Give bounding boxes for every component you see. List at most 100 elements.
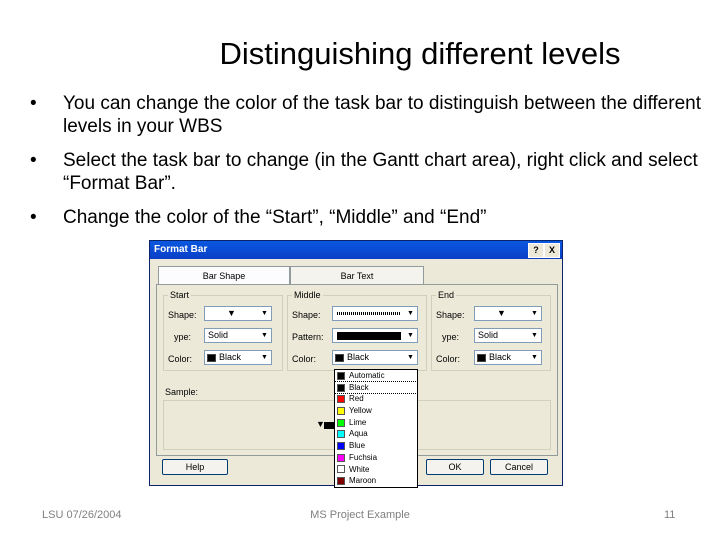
color-option-label: Fuchsia <box>349 452 378 462</box>
chevron-down-icon: ▼ <box>407 310 414 317</box>
color-swatch <box>337 383 345 392</box>
color-option-label: White <box>349 464 370 474</box>
chevron-down-icon: ▼ <box>261 332 268 339</box>
tab-bar-text[interactable]: Bar Text <box>290 266 424 285</box>
end-color-value: Black <box>489 352 512 362</box>
start-color-label: Color: <box>168 354 193 364</box>
chevron-down-icon: ▼ <box>407 332 414 339</box>
dialog-titlebar: Format Bar ? X <box>150 241 562 259</box>
chevron-down-icon: ▼ <box>531 310 538 317</box>
color-option-label: Black <box>349 382 369 392</box>
color-option[interactable]: Maroon <box>335 475 417 487</box>
end-color-select[interactable]: Black ▼ <box>474 350 542 365</box>
help-titlebar-button[interactable]: ? <box>528 243 544 258</box>
start-shape-label: Shape: <box>168 310 197 320</box>
format-bar-dialog: Format Bar ? X Bar Shape Bar Text Start … <box>149 240 563 488</box>
page-number: 11 <box>664 509 676 521</box>
end-group-label: End <box>436 290 457 300</box>
color-option[interactable]: Aqua <box>335 428 417 440</box>
slide-title: Distinguishing different levels <box>0 36 720 72</box>
bullet-item: • Select the task bar to change (in the G… <box>30 149 710 195</box>
chevron-down-icon: ▼ <box>261 310 268 317</box>
end-shape-select[interactable]: ▼ ▼ <box>474 306 542 321</box>
middle-color-value: Black <box>347 352 370 362</box>
middle-shape-select[interactable]: ▼ <box>332 306 418 321</box>
bullet-item: • You can change the color of the task ba… <box>30 92 710 138</box>
help-button[interactable]: Help <box>162 459 228 475</box>
shape-pattern-preview <box>337 312 401 315</box>
color-option[interactable]: White <box>335 464 417 476</box>
bullet-dot: • <box>30 93 37 114</box>
middle-color-label: Color: <box>292 354 317 364</box>
start-group: Start Shape: ▼ ▼ ype: Solid ▼ Color: Bla… <box>163 290 283 371</box>
color-option[interactable]: Fuchsia <box>335 452 417 464</box>
color-swatch <box>337 371 345 380</box>
cancel-button[interactable]: Cancel <box>490 459 548 475</box>
middle-pattern-select[interactable]: ▼ <box>332 328 418 343</box>
middle-shape-label: Shape: <box>292 310 321 320</box>
color-option-label: Lime <box>349 417 367 427</box>
color-swatch <box>337 453 345 462</box>
chevron-down-icon: ▼ <box>531 354 538 361</box>
bullet-text: You can change the color of the task bar… <box>63 93 701 137</box>
dialog-title: Format Bar <box>154 244 208 255</box>
end-color-label: Color: <box>436 354 461 364</box>
start-shape-select[interactable]: ▼ ▼ <box>204 306 272 321</box>
color-swatch <box>337 477 345 486</box>
color-option[interactable]: Automatic <box>335 370 417 382</box>
color-option[interactable]: Red <box>335 393 417 405</box>
slide-title-text: Distinguishing different levels <box>219 36 621 71</box>
middle-group-label: Middle <box>292 290 323 300</box>
color-option-label: Maroon <box>349 476 377 486</box>
bullet-dot: • <box>30 207 37 228</box>
middle-group: Middle Shape: ▼ Pattern: ▼ Color: Black … <box>287 290 427 371</box>
color-swatch <box>337 395 345 404</box>
color-option[interactable]: Black <box>334 380 418 395</box>
start-color-select[interactable]: Black ▼ <box>204 350 272 365</box>
end-type-select[interactable]: Solid ▼ <box>474 328 542 343</box>
color-option-label: Aqua <box>349 429 368 439</box>
shape-glyph: ▼ <box>227 308 236 318</box>
middle-pattern-label: Pattern: <box>292 332 324 342</box>
pattern-preview <box>337 332 401 340</box>
tab-bar-shape[interactable]: Bar Shape <box>158 266 290 285</box>
ok-button[interactable]: OK <box>426 459 484 475</box>
chevron-down-icon: ▼ <box>261 354 268 361</box>
bullet-item: • Change the color of the “Start”, “Middl… <box>30 206 710 229</box>
start-group-label: Start <box>168 290 192 300</box>
bullet-text: Change the color of the “Start”, “Middle… <box>63 207 487 228</box>
color-swatch <box>337 418 345 427</box>
color-option[interactable]: Blue <box>335 440 417 452</box>
middle-color-select[interactable]: Black ▼ <box>332 350 418 365</box>
color-swatch <box>337 442 345 451</box>
color-option-label: Yellow <box>349 406 372 416</box>
bullet-text: Select the task bar to change (in the Ga… <box>63 150 698 194</box>
start-type-label: ype: <box>174 332 192 342</box>
color-swatch <box>207 353 216 362</box>
bullet-dot: • <box>30 150 37 171</box>
bullet-list: • You can change the color of the task ba… <box>30 92 710 240</box>
start-type-select[interactable]: Solid ▼ <box>204 328 272 343</box>
color-swatch <box>337 430 345 439</box>
shape-glyph: ▼ <box>497 308 506 318</box>
color-dropdown-list[interactable]: Automatic Black Red Yellow Lime Aqua Blu… <box>334 369 418 488</box>
color-option[interactable]: Lime <box>335 417 417 429</box>
footer-center: MS Project Example <box>310 509 410 521</box>
chevron-down-icon: ▼ <box>407 354 414 361</box>
close-titlebar-button[interactable]: X <box>544 243 560 258</box>
end-type-value: Solid <box>478 330 499 340</box>
color-swatch <box>337 465 345 474</box>
color-swatch <box>337 406 345 415</box>
color-swatch <box>335 353 344 362</box>
end-shape-label: Shape: <box>436 310 465 320</box>
color-option-label: Automatic <box>349 371 385 380</box>
start-color-value: Black <box>219 352 242 362</box>
color-option-label: Red <box>349 394 364 404</box>
color-option[interactable]: Yellow <box>335 405 417 417</box>
start-type-value: Solid <box>208 330 229 340</box>
sample-label: Sample: <box>165 387 199 397</box>
end-type-label: ype: <box>442 332 460 342</box>
chevron-down-icon: ▼ <box>531 332 538 339</box>
color-option-label: Blue <box>349 441 366 451</box>
end-group: End Shape: ▼ ▼ ype: Solid ▼ Color: Black… <box>431 290 551 371</box>
